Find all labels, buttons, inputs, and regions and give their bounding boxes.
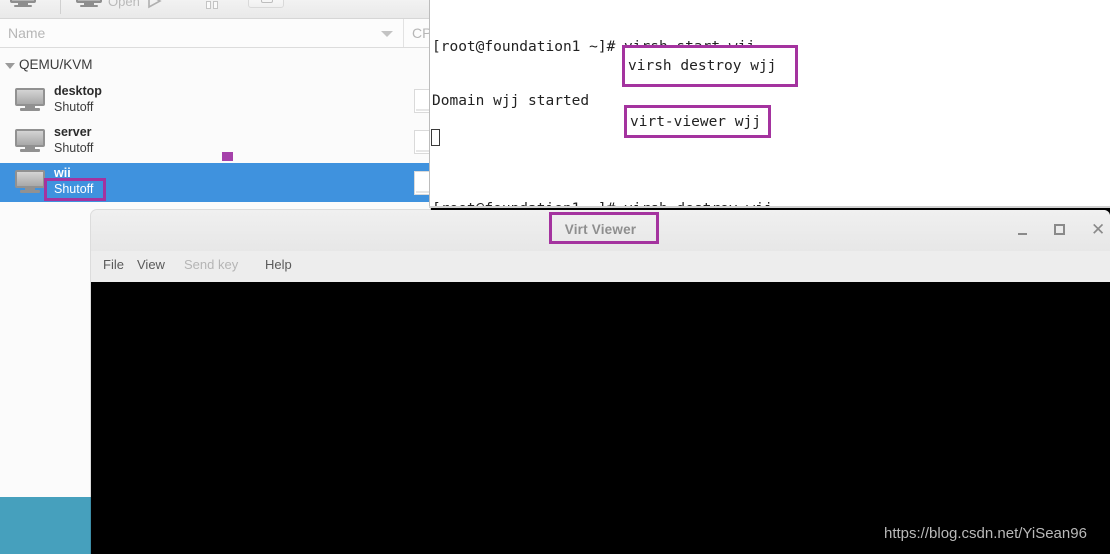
vm-name-label: desktop	[54, 84, 102, 98]
virt-viewer-window: Virt Viewer File View Send key Help	[91, 210, 1110, 554]
desktop-wallpaper-patch	[0, 497, 91, 554]
virt-viewer-guest-display[interactable]	[91, 282, 1110, 554]
maximize-icon[interactable]	[1054, 224, 1065, 235]
menu-item-view[interactable]: View	[137, 257, 165, 272]
terminal-line: Domain wjj started	[432, 93, 590, 109]
virt-viewer-menubar: File View Send key Help	[91, 251, 1110, 282]
vm-list-item-desktop[interactable]: desktop Shutoff	[0, 81, 430, 120]
annotation-box-destroy-command: virsh destroy wjj	[622, 45, 798, 87]
annotation-box-virtviewer-command: virt-viewer wjj	[624, 105, 771, 138]
menu-item-file[interactable]: File	[103, 257, 124, 272]
vm-monitor-icon	[15, 129, 45, 153]
play-icon[interactable]	[143, 0, 165, 12]
menu-item-help[interactable]: Help	[265, 257, 292, 272]
purple-marker-dot	[222, 152, 233, 161]
annotation-box-virt-viewer-title	[549, 212, 659, 244]
sort-descending-icon[interactable]	[381, 31, 393, 37]
vm-state-label: Shutoff	[54, 141, 94, 155]
vm-monitor-icon	[15, 170, 45, 194]
column-header-name[interactable]: Name	[0, 19, 404, 47]
open-button-label[interactable]: Open	[108, 0, 140, 9]
annotation-text-virtviewer: virt-viewer wjj	[630, 113, 761, 130]
column-header-name-label: Name	[8, 25, 46, 41]
virt-manager-toolbar: Open	[0, 0, 430, 19]
screenshot-dropdown-icon[interactable]	[248, 0, 284, 8]
watermark-text: https://blog.csdn.net/YiSean96	[884, 525, 1087, 542]
vm-list-column-header: Name CPU	[0, 19, 430, 48]
monitor-open-icon[interactable]	[76, 0, 102, 8]
terminal-window[interactable]: [root@foundation1 ~]# virsh start wjj Do…	[429, 0, 1110, 208]
pause-icon[interactable]	[206, 0, 220, 14]
menu-item-send-key: Send key	[184, 257, 239, 272]
tree-root-label: QEMU/KVM	[19, 57, 93, 72]
screenshot-root: Open Name CPU QEMU/KVM desk	[0, 0, 1110, 554]
terminal-bottom-edge	[429, 206, 1110, 208]
tree-root-qemu-kvm[interactable]: QEMU/KVM	[0, 56, 404, 76]
vm-list-item-server[interactable]: server Shutoff	[0, 122, 430, 161]
terminal-output: [root@foundation1 ~]# virsh start wjj Do…	[432, 2, 1110, 208]
vm-state-label: Shutoff	[54, 100, 94, 114]
annotation-box-wii-shutoff	[44, 178, 106, 201]
chevron-down-icon[interactable]	[5, 63, 15, 69]
close-icon[interactable]: ✕	[1091, 220, 1105, 240]
annotation-text-destroy: virsh destroy wjj	[628, 58, 777, 74]
toolbar-separator	[60, 0, 61, 14]
vm-monitor-icon	[15, 88, 45, 112]
terminal-cursor	[431, 129, 440, 146]
vm-name-label: server	[54, 125, 92, 139]
monitor-icon[interactable]	[10, 0, 36, 8]
minimize-icon[interactable]	[1018, 233, 1027, 235]
